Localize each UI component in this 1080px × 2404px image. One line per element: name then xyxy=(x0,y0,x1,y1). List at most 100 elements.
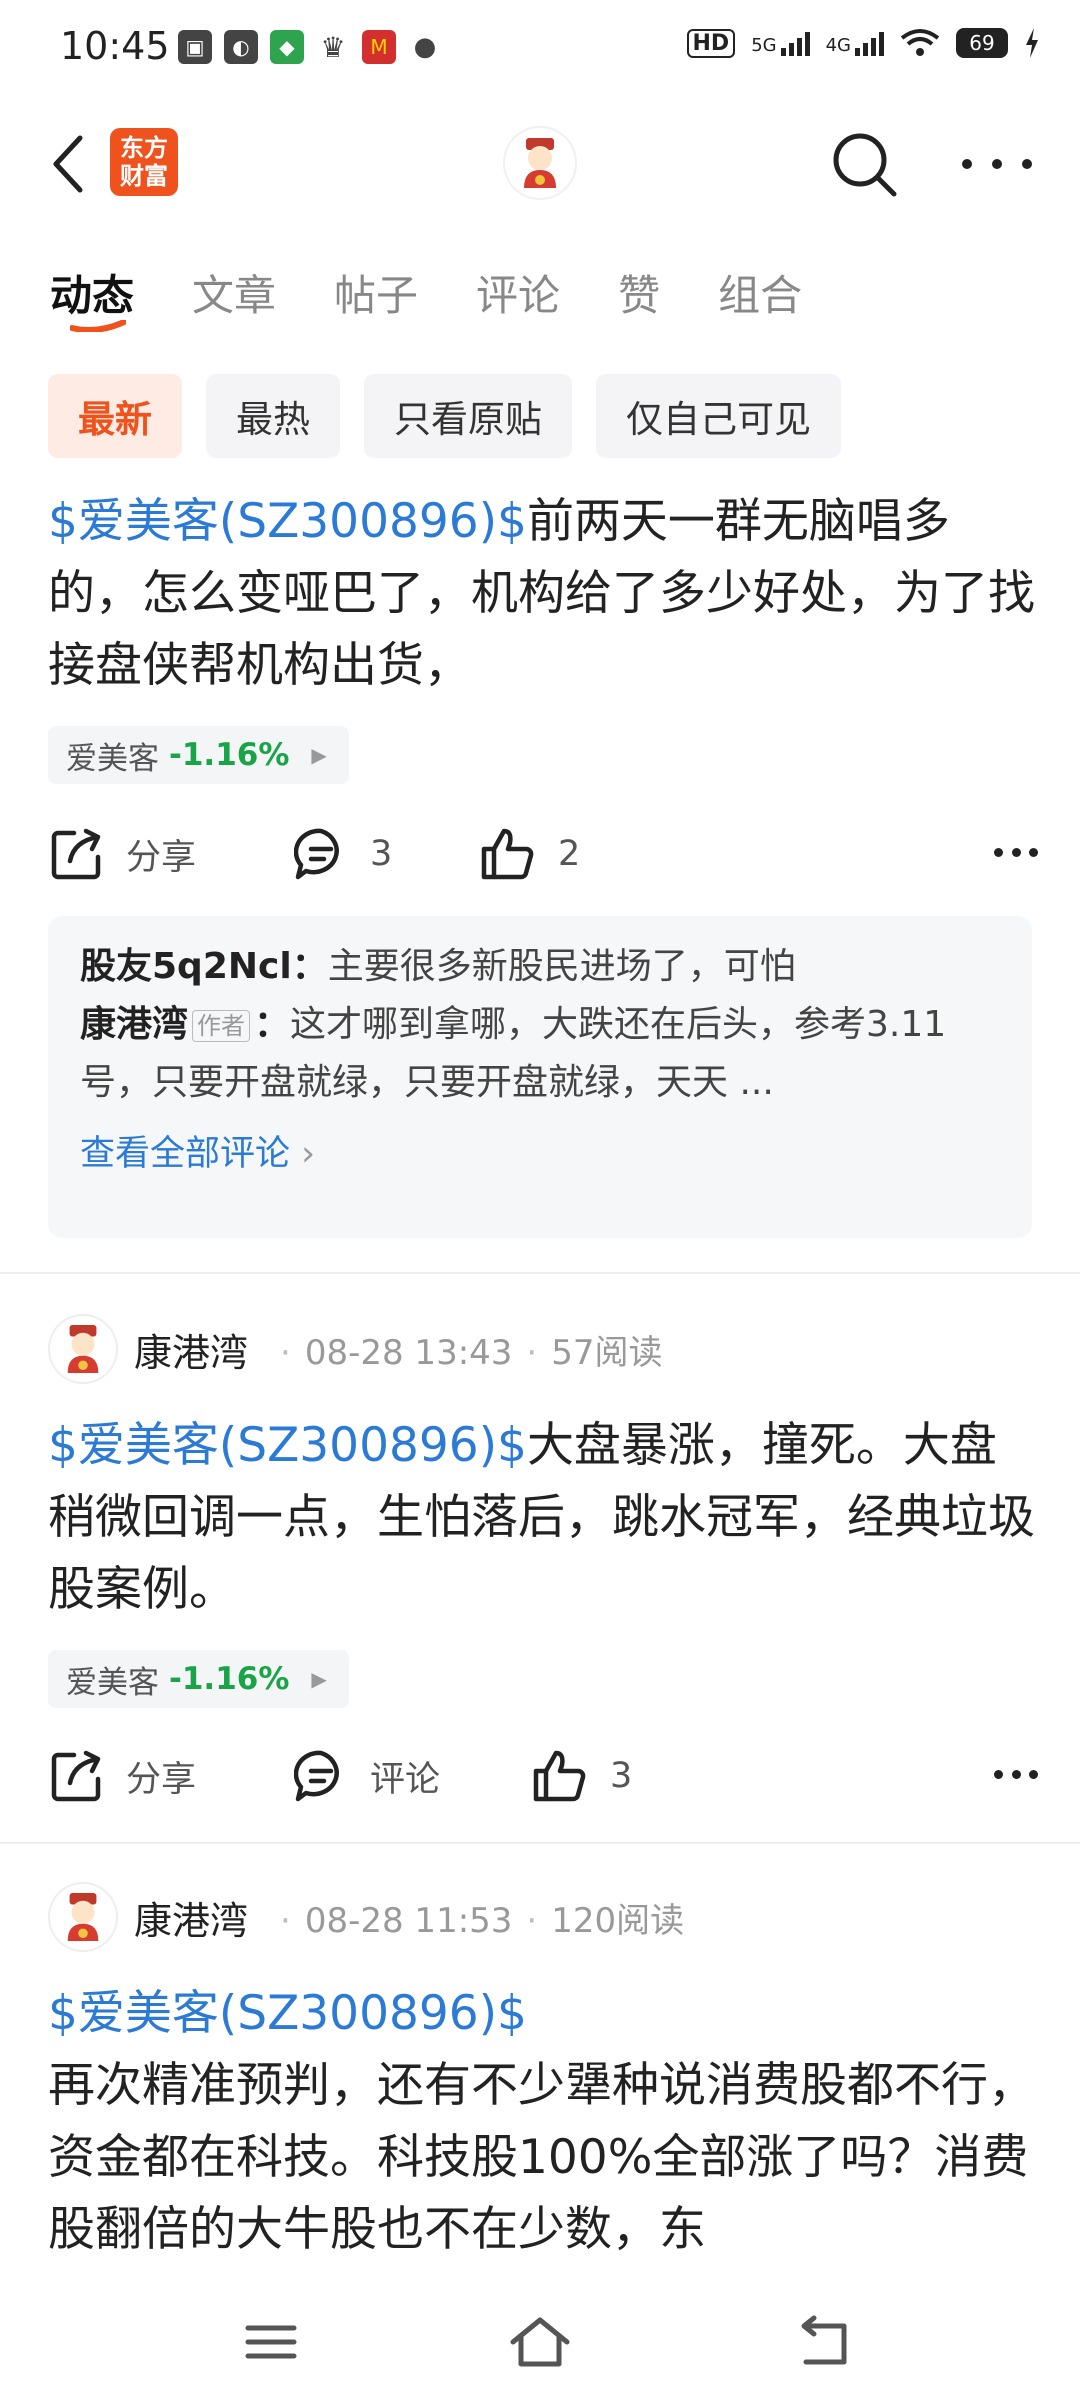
network-4g-label: 4G xyxy=(825,35,851,56)
tab-dynamic-label: 动态 xyxy=(50,271,135,320)
more-options-icon[interactable] xyxy=(994,848,1038,857)
comment-button[interactable]: 3 xyxy=(294,814,392,894)
post-reads: 57阅读 xyxy=(551,1332,663,1373)
author-avatar[interactable] xyxy=(48,1314,118,1384)
comment-username[interactable]: 康港湾 xyxy=(80,1004,188,1045)
system-nav-bar xyxy=(0,2284,1080,2404)
notification-icons: ▣ ◐ ◆ ♛ M ● xyxy=(178,30,442,64)
app-logo[interactable]: 东方财富 xyxy=(110,128,178,196)
tab-posts[interactable]: 帖子 xyxy=(334,262,418,323)
post-actions: 分享 评论 3 xyxy=(48,1736,1038,1816)
comment-count: 3 xyxy=(370,834,393,874)
home-icon[interactable] xyxy=(505,2312,575,2372)
author-avatar[interactable] xyxy=(48,1882,118,1952)
comment-label: 评论 xyxy=(370,1759,441,1800)
filter-chips: 最新 最热 只看原贴 仅自己可见 xyxy=(48,374,841,458)
post-meta: · 08-28 13:43 · 57阅读 xyxy=(280,1332,663,1373)
stock-tag-change: -1.16% xyxy=(169,737,290,773)
like-count: 2 xyxy=(558,834,581,874)
post-reads: 120阅读 xyxy=(551,1900,685,1941)
tab-articles[interactable]: 文章 xyxy=(192,262,276,323)
cast-icon: ▣ xyxy=(178,30,212,64)
author-name[interactable]: 康港湾 xyxy=(134,1322,248,1377)
battery-indicator: 69 xyxy=(956,28,1008,58)
comment-preview[interactable]: 股友5q2Ncl：主要很多新股民进场了，可怕 康港湾 作者 ：这才哪到拿哪，大跌还在… xyxy=(48,916,1032,1238)
stock-tag-change: -1.16% xyxy=(169,1661,290,1697)
post-time: 08-28 11:53 xyxy=(304,1900,513,1941)
menu-icon[interactable] xyxy=(236,2312,306,2372)
thumbs-up-icon xyxy=(533,1750,586,1802)
tab-portfolio[interactable]: 组合 xyxy=(718,262,802,323)
comment-icon xyxy=(294,828,339,880)
comment-item: 康港湾 作者 ：这才哪到拿哪，大跌还在后头，参考3.11号，只要开盘就绿，只要开盘就… xyxy=(80,1004,947,1103)
post-meta: · 08-28 11:53 · 120阅读 xyxy=(280,1900,685,1941)
share-label: 分享 xyxy=(126,1759,197,1800)
more-options-icon[interactable] xyxy=(994,1770,1038,1779)
green-app-icon: ◆ xyxy=(270,30,304,64)
comment-icon xyxy=(294,1750,339,1802)
like-button[interactable]: 2 xyxy=(480,814,580,894)
back-nav-icon[interactable] xyxy=(790,2312,860,2372)
stock-link[interactable]: $爱美客(SZ300896)$ xyxy=(48,1418,527,1473)
top-header: 东方财富 xyxy=(0,110,1080,220)
tab-dynamic[interactable]: 动态 xyxy=(50,262,135,332)
share-button[interactable]: 分享 xyxy=(50,1736,196,1816)
post-author-row: 康港湾 · 08-28 13:43 · 57阅读 xyxy=(48,1312,663,1386)
comment-text: 主要很多新股民进场了，可怕 xyxy=(327,946,796,987)
crown-icon: ♛ xyxy=(316,30,350,64)
filter-hottest[interactable]: 最热 xyxy=(206,374,340,458)
post-content[interactable]: $爱美客(SZ300896)$前两天一群无脑唱多的，怎么变哑巴了，机构给了多少好… xyxy=(48,486,1038,702)
view-all-comments-link[interactable]: 查看全部评论 › xyxy=(80,1126,1000,1182)
share-button[interactable]: 分享 xyxy=(50,814,196,894)
avatar-image-icon xyxy=(67,1893,99,1941)
post-actions: 分享 3 2 xyxy=(48,814,1038,894)
thumbs-up-icon xyxy=(481,828,534,880)
stock-link[interactable]: $爱美客(SZ300896)$ xyxy=(48,1978,1038,2050)
avatar-image-icon xyxy=(524,138,556,188)
hd-icon: HD xyxy=(686,28,736,58)
divider xyxy=(0,1842,1080,1844)
tab-likes[interactable]: 赞 xyxy=(618,262,660,323)
like-button[interactable]: 3 xyxy=(532,1736,632,1816)
author-name[interactable]: 康港湾 xyxy=(134,1890,248,1945)
like-count: 3 xyxy=(610,1756,633,1796)
tab-active-indicator xyxy=(70,320,126,332)
wifi-icon xyxy=(900,29,940,56)
avatar-image-icon xyxy=(67,1325,99,1373)
user-avatar[interactable] xyxy=(503,126,577,200)
stock-link[interactable]: $爱美客(SZ300896)$ xyxy=(48,494,527,549)
post-content[interactable]: $爱美客(SZ300896)$大盘暴涨，撞死。大盘稍微回调一点，生怕落后，跳水冠… xyxy=(48,1410,1038,1626)
status-time: 10:45 xyxy=(60,24,170,68)
post-time: 08-28 13:43 xyxy=(304,1332,513,1373)
post-content[interactable]: $爱美客(SZ300896)$ 再次精准预判，还有不少犟种说消费股都不行，资金都… xyxy=(48,1978,1038,2268)
stock-tag[interactable]: 爱美客 -1.16% ▶ xyxy=(48,726,349,784)
stock-tag-name: 爱美客 xyxy=(66,740,159,777)
filter-original-only[interactable]: 只看原贴 xyxy=(364,374,572,458)
filter-latest[interactable]: 最新 xyxy=(48,374,182,458)
stock-tag-name: 爱美客 xyxy=(66,1664,159,1701)
more-icon[interactable] xyxy=(962,140,1032,188)
chevron-right-icon: ▶ xyxy=(311,743,327,767)
network-5g-label: 5G xyxy=(751,35,777,56)
app-icon: ◐ xyxy=(224,30,258,64)
stock-tag[interactable]: 爱美客 -1.16% ▶ xyxy=(48,1650,349,1708)
chevron-right-icon: ▶ xyxy=(311,1667,327,1691)
filter-private-only[interactable]: 仅自己可见 xyxy=(596,374,841,458)
status-bar: 10:45 ▣ ◐ ◆ ♛ M ● HD 5G 4G 69 xyxy=(0,0,1080,100)
charging-icon xyxy=(1026,28,1038,58)
search-icon[interactable] xyxy=(828,128,900,200)
post-body-text: 再次精准预判，还有不少犟种说消费股都不行，资金都在科技。科技股100%全部涨了吗… xyxy=(48,2058,1035,2257)
share-icon xyxy=(51,828,101,880)
content-tabs: 动态 文章 帖子 评论 赞 组合 xyxy=(50,262,860,332)
tab-comments[interactable]: 评论 xyxy=(476,262,560,323)
divider xyxy=(0,1272,1080,1274)
signal-5g: 5G xyxy=(751,30,810,56)
back-icon[interactable] xyxy=(44,132,94,196)
comment-button[interactable]: 评论 xyxy=(294,1736,440,1816)
signal-4g: 4G xyxy=(826,30,884,56)
post-author-row: 康港湾 · 08-28 11:53 · 120阅读 xyxy=(48,1880,684,1954)
comment-username[interactable]: 股友5q2Ncl xyxy=(80,946,292,987)
comment-item: 股友5q2Ncl：主要很多新股民进场了，可怕 xyxy=(80,946,796,987)
share-label: 分享 xyxy=(126,837,197,878)
share-icon xyxy=(51,1750,101,1802)
